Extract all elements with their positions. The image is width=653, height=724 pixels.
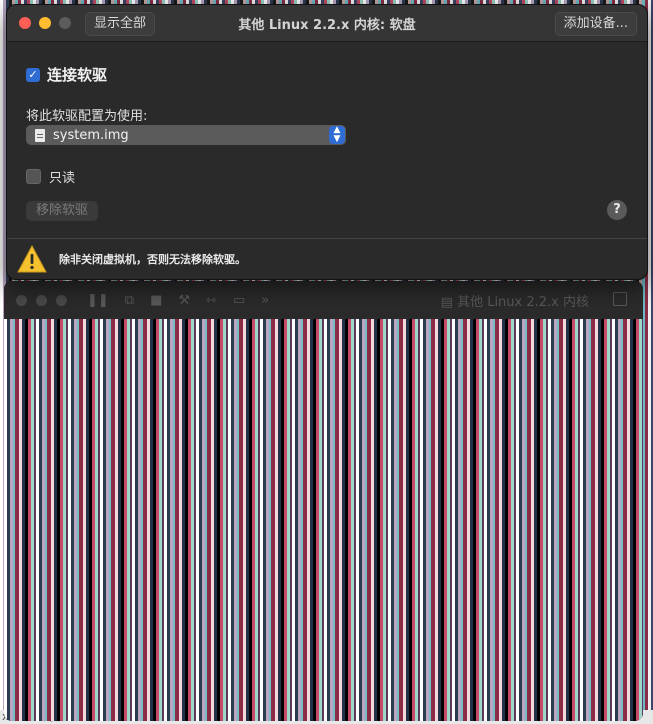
vm-toolbar: ❚❚ ⧉ ■ ⚒ ⇿ ▭ » ▤ 其他 Linux 2.2.x 内核 [4, 281, 643, 319]
more-icon[interactable]: » [261, 293, 269, 308]
pause-icon[interactable]: ❚❚ [87, 293, 109, 308]
readonly-label: 只读 [49, 171, 76, 186]
disk-icon[interactable]: ▭ [233, 293, 245, 308]
help-button[interactable]: ? [607, 200, 627, 220]
add-device-button[interactable]: 添加设备... [554, 12, 637, 36]
divider [7, 238, 647, 239]
fullscreen-icon[interactable] [613, 292, 627, 306]
chevron-updown-icon[interactable]: ▲ ▼ [329, 126, 345, 144]
warning-text: 除非关闭虚拟机，否则无法移除软驱。 [59, 253, 246, 266]
network-icon[interactable]: ⇿ [206, 293, 217, 308]
vm-display[interactable] [4, 319, 643, 721]
readonly-checkbox[interactable] [26, 169, 41, 184]
warning-icon [17, 245, 47, 273]
snapshot-icon[interactable]: ⧉ [125, 293, 134, 308]
remove-floppy-button[interactable]: 移除软驱 [26, 201, 99, 221]
disk-image-value: system.img [53, 127, 129, 143]
connect-floppy-row[interactable]: ✓ 连接软驱 [26, 64, 107, 85]
window-title: 其他 Linux 2.2.x 内核: 软盘 [238, 18, 416, 33]
document-icon [35, 128, 45, 142]
stop-icon[interactable]: ■ [150, 293, 162, 308]
wrench-icon[interactable]: ⚒ [178, 293, 190, 308]
connect-floppy-label: 连接软驱 [47, 66, 108, 84]
title-bar: 显示全部 其他 Linux 2.2.x 内核: 软盘 添加设备... [7, 5, 647, 42]
vm-window-title: ▤ 其他 Linux 2.2.x 内核 [441, 291, 589, 310]
vm-title-text: 其他 Linux 2.2.x 内核 [457, 295, 589, 310]
config-use-label: 将此软驱配置为使用: [26, 109, 148, 124]
readonly-row[interactable]: 只读 [26, 167, 75, 186]
vm-window: ❚❚ ⧉ ■ ⚒ ⇿ ▭ » ▤ 其他 Linux 2.2.x 内核 [4, 281, 643, 721]
vm-toolbar-tools: ❚❚ ⧉ ■ ⚒ ⇿ ▭ » [87, 293, 269, 308]
vm-close-button[interactable] [16, 294, 27, 306]
warning-row: 除非关闭虚拟机，否则无法移除软驱。 [17, 245, 246, 273]
vm-minimize-button[interactable] [36, 294, 47, 306]
vm-file-icon: ▤ [440, 295, 453, 310]
vm-zoom-button[interactable] [56, 294, 67, 306]
disk-image-select[interactable]: system.img ▲ ▼ [26, 125, 346, 145]
floppy-settings-window: 显示全部 其他 Linux 2.2.x 内核: 软盘 添加设备... ✓ 连接软… [6, 4, 648, 280]
settings-content: ✓ 连接软驱 将此软驱配置为使用: system.img ▲ ▼ 只读 移除软驱 … [7, 42, 647, 242]
connect-floppy-checkbox[interactable]: ✓ [26, 67, 40, 82]
